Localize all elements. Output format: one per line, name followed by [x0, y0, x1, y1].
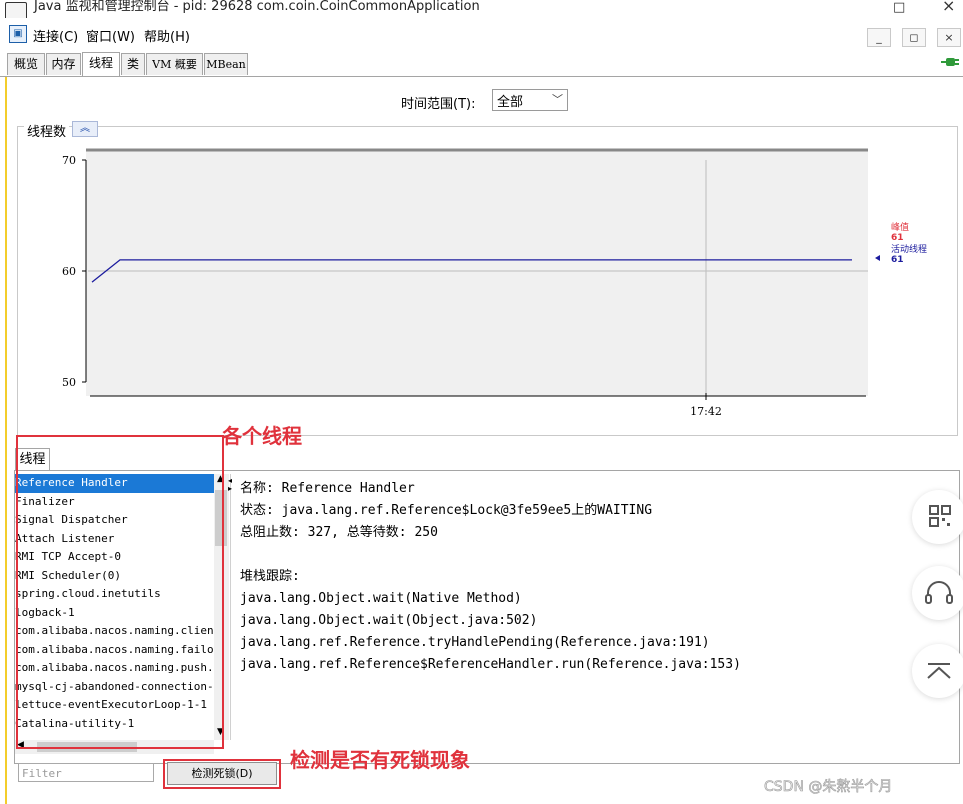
y-tick-label: 60 [62, 265, 76, 278]
chevron-down-icon: ﹀ [552, 93, 563, 106]
legend-active-value: 61 [891, 255, 904, 265]
mdi-minimize-button[interactable]: _ [867, 28, 891, 47]
thread-details: 名称: Reference Handler 状态: java.lang.ref.… [240, 478, 930, 738]
title-bar: Java 监视和管理控制台 - pid: 29628 com.coin.Coin… [0, 0, 963, 18]
split-arrow-icon[interactable]: ▸ [228, 484, 232, 493]
legend-active-label: 活动线程 [891, 243, 927, 255]
thread-state: 状态: java.lang.ref.Reference$Lock@3fe59ee… [240, 503, 653, 518]
stack-trace-title: 堆栈跟踪: [240, 569, 300, 584]
plot-area [86, 150, 868, 396]
menu-bar: ▣ 连接(C) 窗口(W) 帮助(H) _ ◻ × [0, 22, 963, 47]
arrow-up-icon [927, 663, 951, 679]
tab-threads[interactable]: 线程 [82, 52, 120, 76]
time-range-label: 时间范围(T): [401, 97, 476, 112]
close-icon[interactable]: × [942, 0, 955, 15]
stack-frame: java.lang.ref.Reference.tryHandlePending… [240, 635, 710, 650]
window-title: Java 监视和管理控制台 - pid: 29628 com.coin.Coin… [34, 0, 480, 14]
thread-counts: 总阻止数: 327, 总等待数: 250 [240, 525, 438, 540]
support-button[interactable] [912, 566, 963, 620]
app-icon [5, 2, 27, 18]
y-axis: 70 60 50 [62, 154, 87, 389]
menu-connect[interactable]: 连接(C) [33, 26, 78, 45]
stack-frame: java.lang.Object.wait(Object.java:502) [240, 613, 538, 628]
split-pane-divider[interactable]: ◂ ▸ [228, 474, 237, 740]
minimize-icon[interactable]: □ [893, 0, 905, 15]
connection-plug-icon [941, 58, 959, 66]
filter-input[interactable]: Filter [18, 763, 154, 782]
time-range-select[interactable]: 全部 ﹀ [492, 89, 568, 111]
y-tick-label: 70 [62, 154, 76, 167]
menu-help[interactable]: 帮助(H) [144, 26, 190, 45]
tab-memory[interactable]: 内存 [46, 53, 81, 75]
x-tick-label: 17:42 [690, 405, 722, 418]
y-tick-label: 50 [62, 376, 76, 389]
annotation-box-threads [16, 435, 224, 749]
watermark: CSDN @朱熬半个月 [764, 779, 893, 796]
stack-trace: java.lang.Object.wait(Native Method) java… [240, 588, 930, 676]
tab-classes[interactable]: 类 [121, 53, 145, 75]
menu-window[interactable]: 窗口(W) [86, 26, 135, 45]
legend-pointer-icon [875, 255, 880, 261]
legend-peak-value: 61 [891, 233, 904, 243]
back-to-top-button[interactable] [912, 644, 963, 698]
thread-count-chart: 70 60 50 17:42 峰值 61 活动线程 61 [62, 148, 927, 418]
stack-frame: java.lang.ref.Reference$ReferenceHandler… [240, 657, 741, 672]
thread-name: 名称: Reference Handler [240, 481, 415, 496]
annotation-box-deadlock [163, 759, 281, 789]
console-icon: ▣ [9, 25, 27, 43]
mdi-close-button[interactable]: × [937, 28, 961, 47]
tab-overview[interactable]: 概览 [7, 53, 45, 75]
qr-code-icon [929, 505, 951, 527]
tab-vm-summary[interactable]: VM 概要 [146, 53, 203, 75]
chart-legend: 峰值 61 活动线程 61 [875, 221, 927, 265]
tab-mbean[interactable]: MBean [204, 53, 248, 75]
stack-frame: java.lang.Object.wait(Native Method) [240, 591, 522, 606]
tab-strip: 概览 内存 线程 类 VM 概要 MBean [0, 52, 963, 77]
annotation-threads: 各个线程 [222, 424, 302, 448]
time-range-value: 全部 [497, 95, 524, 110]
qr-code-button[interactable] [912, 490, 963, 544]
headset-icon [925, 581, 953, 604]
annotation-deadlock: 检测是否有死锁现象 [290, 748, 470, 772]
legend-peak-label: 峰值 [891, 221, 909, 233]
mdi-restore-button[interactable]: ◻ [902, 28, 926, 47]
